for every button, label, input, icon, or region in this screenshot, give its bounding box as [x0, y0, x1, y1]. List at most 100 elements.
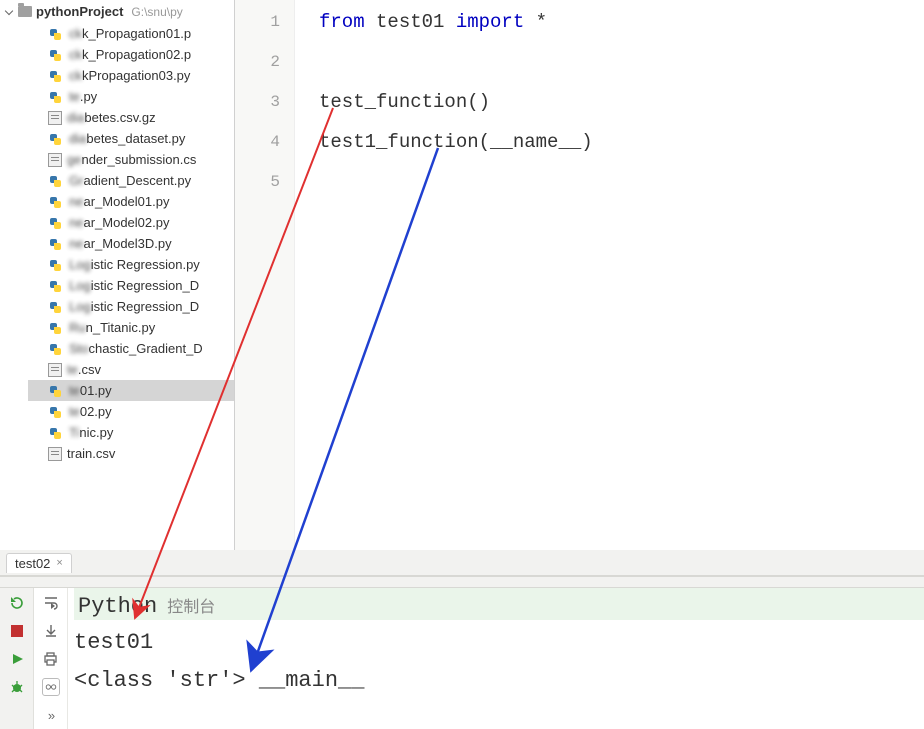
tree-item[interactable]: Run_Titanic.py	[28, 317, 234, 338]
file-label: te.py	[69, 89, 97, 104]
code-line: test_function()	[319, 82, 924, 122]
code-line	[319, 42, 924, 82]
file-label: Stochastic_Gradient_D	[69, 341, 203, 356]
file-label: diabetes.csv.gz	[67, 110, 156, 125]
chevron-down-icon[interactable]	[4, 7, 14, 17]
more-icon[interactable]: »	[42, 706, 60, 724]
python-file-icon	[48, 321, 64, 335]
tree-item[interactable]: near_Model01.py	[28, 191, 234, 212]
tree-item[interactable]: Stochastic_Gradient_D	[28, 338, 234, 359]
download-icon[interactable]	[42, 622, 60, 640]
rerun-icon[interactable]	[8, 594, 26, 612]
tree-item[interactable]: te01.py	[28, 380, 234, 401]
text-file-icon	[48, 363, 62, 377]
line-number: 2	[235, 42, 280, 82]
file-label: gender_submission.cs	[67, 152, 196, 167]
tree-item[interactable]: te02.py	[28, 401, 234, 422]
tree-item[interactable]: te.csv	[28, 359, 234, 380]
tree-item[interactable]: ckk_Propagation02.p	[28, 44, 234, 65]
tree-item[interactable]: Logistic Regression_D	[28, 296, 234, 317]
python-file-icon	[48, 216, 64, 230]
console-header: Python 控制台	[74, 588, 924, 620]
tree-item[interactable]: ckk_Propagation01.p	[28, 23, 234, 44]
file-label: Logistic Regression_D	[69, 299, 199, 314]
tree-item[interactable]: Logistic Regression.py	[28, 254, 234, 275]
file-label: ckk_Propagation01.p	[69, 26, 191, 41]
python-file-icon	[48, 90, 64, 104]
python-file-icon	[48, 69, 64, 83]
python-file-icon	[48, 342, 64, 356]
divider	[0, 576, 924, 588]
project-path: G:\snu\py	[131, 5, 182, 19]
python-file-icon	[48, 174, 64, 188]
console-line: test01	[74, 624, 924, 662]
python-file-icon	[48, 426, 64, 440]
console-line: <class 'str'> __main__	[74, 662, 924, 700]
console-subtitle: 控制台	[167, 589, 215, 627]
file-label: train.csv	[67, 446, 115, 461]
tree-item[interactable]: near_Model02.py	[28, 212, 234, 233]
folder-icon	[18, 6, 32, 17]
wrap-icon[interactable]	[42, 594, 60, 612]
text-file-icon	[48, 153, 62, 167]
close-icon[interactable]: ×	[56, 557, 62, 569]
file-label: near_Model01.py	[69, 194, 169, 209]
tab-test02[interactable]: test02 ×	[6, 553, 72, 573]
tree-item[interactable]: near_Model3D.py	[28, 233, 234, 254]
tree-item[interactable]: te.py	[28, 86, 234, 107]
project-header[interactable]: pythonProject G:\snu\py	[0, 2, 234, 21]
python-file-icon	[48, 279, 64, 293]
file-label: te02.py	[69, 404, 112, 419]
console: » Python 控制台 test01 <class 'str'> __main…	[0, 588, 924, 729]
file-label: diabetes_dataset.py	[69, 131, 185, 146]
code-line: from test01 import *	[319, 2, 924, 42]
file-label: Logistic Regression_D	[69, 278, 199, 293]
python-file-icon	[48, 48, 64, 62]
line-number: 3	[235, 82, 280, 122]
console-title: Python	[78, 588, 157, 626]
console-output[interactable]: Python 控制台 test01 <class 'str'> __main__	[68, 588, 924, 729]
line-number: 5	[235, 162, 280, 202]
debug-icon[interactable]	[8, 678, 26, 696]
tree-item[interactable]: Tinic.py	[28, 422, 234, 443]
console-toolbar-left	[0, 588, 34, 729]
file-label: ckk_Propagation02.p	[69, 47, 191, 62]
file-label: ckkPropagation03.py	[69, 68, 190, 83]
file-tree: ckk_Propagation01.p ckk_Propagation02.pck…	[0, 21, 234, 464]
code-body[interactable]: from test01 import * test_function() tes…	[295, 0, 924, 550]
tree-item[interactable]: Logistic Regression_D	[28, 275, 234, 296]
tree-item[interactable]: gender_submission.cs	[28, 149, 234, 170]
tree-item[interactable]: diabetes_dataset.py	[28, 128, 234, 149]
stop-icon[interactable]	[8, 622, 26, 640]
tree-item[interactable]: diabetes.csv.gz	[28, 107, 234, 128]
code-line	[319, 162, 924, 202]
file-label: Run_Titanic.py	[69, 320, 155, 335]
line-number: 1	[235, 2, 280, 42]
print-icon[interactable]	[42, 650, 60, 668]
text-file-icon	[48, 447, 62, 461]
code-editor[interactable]: 1 2 3 4 5 from test01 import * test_func…	[235, 0, 924, 550]
project-name: pythonProject	[36, 4, 123, 19]
file-label: Gradient_Descent.py	[69, 173, 191, 188]
python-file-icon	[48, 258, 64, 272]
project-sidebar: pythonProject G:\snu\py ckk_Propagation0…	[0, 0, 235, 550]
file-label: near_Model02.py	[69, 215, 169, 230]
run-icon[interactable]	[8, 650, 26, 668]
console-tabbar: test02 ×	[0, 550, 924, 576]
file-label: te.csv	[67, 362, 101, 377]
tree-item[interactable]: ckkPropagation03.py	[28, 65, 234, 86]
python-file-icon	[48, 384, 64, 398]
gutter: 1 2 3 4 5	[235, 0, 295, 550]
python-file-icon	[48, 405, 64, 419]
python-file-icon	[48, 237, 64, 251]
tree-item[interactable]: train.csv	[28, 443, 234, 464]
code-line: test1_function(__name__)	[319, 122, 924, 162]
console-toolbar-inner: »	[34, 588, 68, 729]
python-file-icon	[48, 195, 64, 209]
file-label: Tinic.py	[69, 425, 113, 440]
tab-label: test02	[15, 556, 50, 571]
glasses-icon[interactable]	[42, 678, 60, 696]
python-file-icon	[48, 300, 64, 314]
file-label: near_Model3D.py	[69, 236, 172, 251]
tree-item[interactable]: Gradient_Descent.py	[28, 170, 234, 191]
